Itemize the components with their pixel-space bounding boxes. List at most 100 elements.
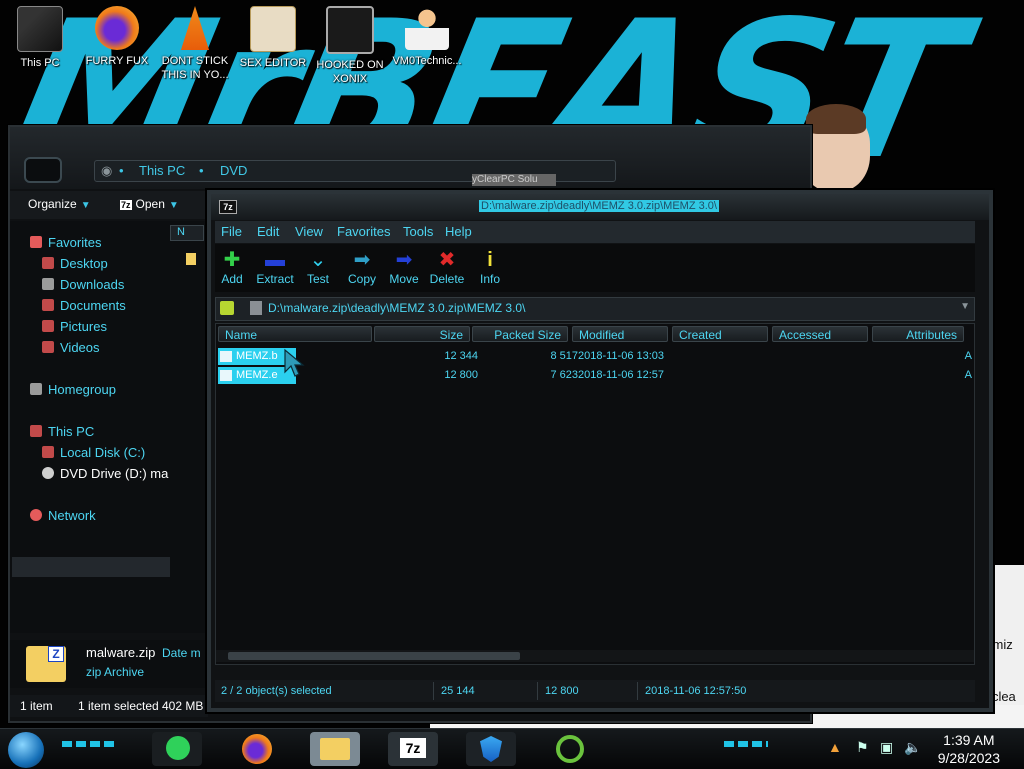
taskbar-notes-app[interactable]: [152, 732, 202, 766]
downloads-folder-icon: [42, 278, 54, 290]
start-orb-button[interactable]: [8, 732, 44, 768]
tool-label: Test: [306, 272, 329, 286]
test-button[interactable]: ⌄ Test: [293, 248, 343, 286]
nav-homegroup[interactable]: Homegroup: [30, 382, 116, 397]
menu-bar: File Edit View Favorites Tools Help: [215, 221, 975, 243]
hxd-editor-icon: [250, 6, 296, 52]
chevron-down-icon[interactable]: ▼: [960, 301, 970, 312]
column-packed-size[interactable]: Packed Size: [472, 326, 568, 342]
volume-icon[interactable]: 🔈: [904, 739, 921, 756]
details-file-name: malware.zip: [86, 645, 156, 660]
back-forward-orb-icon[interactable]: [24, 157, 62, 183]
xbox-icon: [556, 735, 584, 763]
taskbar-xbox-app[interactable]: [544, 732, 594, 766]
desktop-icon-furry-fux[interactable]: FURRY FUX: [79, 6, 155, 68]
organize-button[interactable]: Organize ▼: [28, 197, 91, 211]
desktop-icon-hooked-on-xonix[interactable]: HOOKED ON XONIX: [312, 6, 388, 86]
menu-file[interactable]: File: [221, 224, 242, 239]
folder-icon[interactable]: [186, 253, 196, 265]
column-size[interactable]: Size: [374, 326, 470, 342]
nav-desktop[interactable]: Desktop: [42, 256, 108, 271]
archive-file-icon: [250, 301, 262, 315]
explorer-titlebar: ◉ • This PC • DVD: [10, 127, 810, 189]
7zip-status-bar: 2 / 2 object(s) selected 25 144 12 800 2…: [215, 680, 975, 702]
nav-favorites[interactable]: Favorites: [30, 235, 101, 250]
nav-dvd-drive[interactable]: DVD Drive (D:) ma: [42, 466, 168, 481]
7zip-logo-icon: 7z: [219, 200, 237, 214]
nav-downloads[interactable]: Downloads: [42, 277, 124, 292]
nav-network[interactable]: Network: [30, 508, 96, 523]
tray-alert-icon[interactable]: ▲: [828, 739, 842, 755]
shield-icon: [480, 736, 502, 762]
desktop-icon-label: FURRY FUX: [85, 55, 149, 67]
drive-icon: ◉: [101, 163, 113, 178]
desktop-icon-dont-stick[interactable]: DONT STICK THIS IN YO...: [157, 6, 233, 82]
menu-view[interactable]: View: [295, 224, 323, 239]
column-accessed[interactable]: Accessed: [772, 326, 868, 342]
desktop-icon-label: VM0Technic...: [392, 55, 462, 67]
nav-documents[interactable]: Documents: [42, 298, 126, 313]
table-row[interactable]: MEMZ.b 12 344 8 517 2018-11-06 13:03 A: [216, 348, 974, 366]
star-icon: [30, 236, 42, 248]
info-icon: i: [487, 249, 493, 271]
nav-videos[interactable]: Videos: [42, 340, 100, 355]
status-date: 2018-11-06 12:57:50: [645, 685, 747, 697]
file-icon: [220, 351, 232, 362]
open-button[interactable]: 7z Open ▼: [120, 197, 179, 211]
menu-edit[interactable]: Edit: [257, 224, 279, 239]
packed-size-cell: 8 517: [550, 350, 578, 362]
dvd-drive-icon: [42, 467, 54, 479]
nav-selection-highlight: [12, 557, 170, 577]
scrollbar-thumb[interactable]: [228, 652, 520, 660]
flag-icon[interactable]: ⚑: [856, 739, 869, 756]
nav-label: Documents: [60, 298, 126, 313]
videos-folder-icon: [42, 341, 54, 353]
taskbar-file-explorer[interactable]: [310, 732, 360, 766]
menu-help[interactable]: Help: [445, 224, 472, 239]
taskbar-decor: [724, 741, 768, 747]
column-created[interactable]: Created: [672, 326, 768, 342]
test-check-icon: ⌄: [309, 249, 327, 271]
info-button[interactable]: i Info: [465, 248, 515, 286]
modified-cell: 2018-11-06 13:03: [578, 350, 665, 362]
7zip-path-bar[interactable]: D:\malware.zip\deadly\MEMZ 3.0.zip\MEMZ …: [215, 297, 975, 321]
menu-favorites[interactable]: Favorites: [337, 224, 390, 239]
nav-label: Network: [48, 508, 96, 523]
path-text[interactable]: D:\malware.zip\deadly\MEMZ 3.0.zip\MEMZ …: [268, 301, 525, 315]
nav-label: Desktop: [60, 256, 108, 271]
breadcrumb-this-pc[interactable]: This PC: [139, 163, 185, 178]
pictures-folder-icon: [42, 320, 54, 332]
column-header-name-stub[interactable]: N: [170, 225, 204, 241]
doctor-icon: [405, 6, 449, 50]
nav-label: Pictures: [60, 319, 107, 334]
column-name[interactable]: Name: [218, 326, 372, 342]
column-modified[interactable]: Modified: [572, 326, 668, 342]
7zip-window: 7z D:\malware.zip\deadly\MEMZ 3.0.zip\ME…: [207, 190, 993, 712]
taskbar-firefox[interactable]: [232, 732, 282, 766]
chevron-down-icon: ▼: [80, 200, 91, 211]
desktop-icon-this-pc[interactable]: This PC: [2, 6, 78, 70]
nav-this-pc[interactable]: This PC: [30, 424, 94, 439]
desktop-icon-vm0technic[interactable]: VM0Technic...: [389, 6, 465, 68]
network-icon[interactable]: ▣: [880, 739, 893, 756]
menu-tools[interactable]: Tools: [403, 224, 433, 239]
taskbar-security-app[interactable]: [466, 732, 516, 766]
breadcrumb-dvd[interactable]: DVD: [220, 163, 247, 178]
hidden-tab-label: yClearPC Solu: [472, 174, 556, 186]
packed-size-cell: 7 623: [550, 369, 578, 381]
explorer-toolbar: Organize ▼ 7z Open ▼: [10, 191, 206, 219]
desktop-icon-sex-editor[interactable]: SEX EDITOR: [235, 6, 311, 70]
horizontal-scrollbar[interactable]: [216, 650, 974, 662]
column-attributes[interactable]: Attributes: [872, 326, 964, 342]
nav-local-disk[interactable]: Local Disk (C:): [42, 445, 145, 460]
modified-cell: 2018-11-06 12:57: [578, 369, 665, 381]
taskbar-7zip[interactable]: 7z: [388, 732, 438, 766]
status-divider: [433, 682, 434, 700]
system-clock[interactable]: 1:39 AM 9/28/2023: [938, 731, 1000, 767]
nav-pictures[interactable]: Pictures: [42, 319, 107, 334]
status-packed-size: 12 800: [545, 685, 579, 697]
taskbar: 7z ▲ ⚑ ▣ 🔈 1:39 AM 9/28/2023: [0, 728, 1024, 769]
nav-label: Favorites: [48, 235, 102, 250]
folder-up-icon[interactable]: [220, 301, 234, 315]
table-row[interactable]: MEMZ.e 12 800 7 623 2018-11-06 12:57 A: [216, 367, 974, 385]
